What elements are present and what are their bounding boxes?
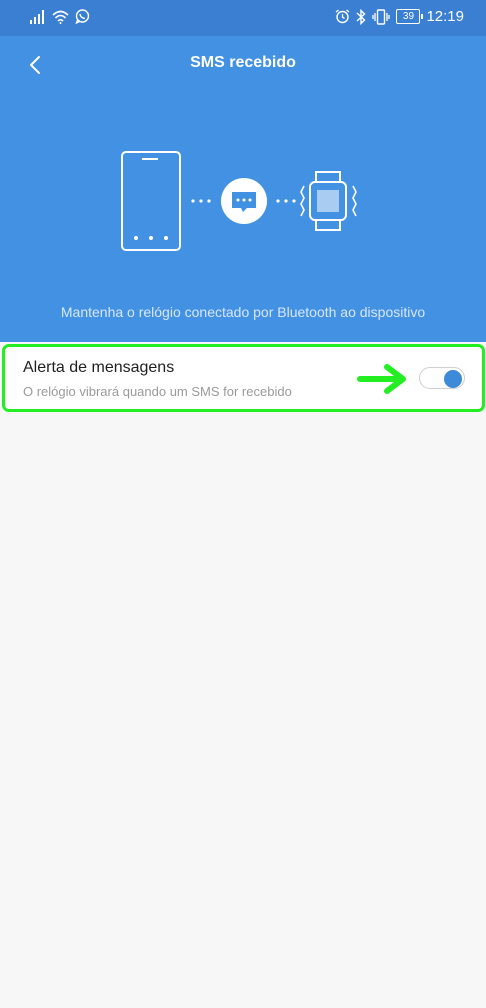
bluetooth-icon	[356, 8, 366, 25]
status-left-icons	[30, 9, 90, 24]
message-alert-toggle[interactable]	[419, 367, 465, 389]
connector-dot	[191, 199, 195, 203]
header-banner: SMS recebido Mantenha o relógio conectad…	[0, 36, 486, 342]
sms-watch-illustration	[121, 151, 357, 251]
phone-icon	[121, 151, 181, 251]
vibrate-icon	[372, 8, 391, 25]
toggle-knob	[444, 369, 462, 388]
connector-dot	[292, 199, 296, 203]
header-caption: Mantenha o relógio conectado por Bluetoo…	[60, 304, 426, 320]
arrow-right-icon	[357, 364, 406, 394]
connector-dot	[207, 199, 211, 203]
alarm-icon	[336, 9, 350, 24]
watch-icon	[300, 171, 357, 231]
status-right-icons: 39 12:19	[335, 8, 464, 25]
connector-dot	[276, 199, 280, 203]
status-time: 12:19	[426, 8, 464, 25]
message-bubble-icon	[221, 178, 267, 224]
status-bar: 39 12:19	[0, 0, 486, 36]
setting-subtitle: O relógio vibrará quando um SMS for rece…	[23, 384, 292, 399]
page-title: SMS recebido	[190, 54, 296, 71]
whatsapp-icon	[75, 9, 90, 24]
battery-icon: 39	[396, 9, 424, 24]
message-alert-setting-row[interactable]: Alerta de mensagens O relógio vibrará qu…	[2, 344, 485, 412]
connector-dot	[284, 199, 288, 203]
setting-title: Alerta de mensagens	[23, 359, 175, 376]
signal-icon	[30, 9, 44, 24]
connector-dot	[199, 199, 203, 203]
wifi-icon	[52, 10, 69, 24]
